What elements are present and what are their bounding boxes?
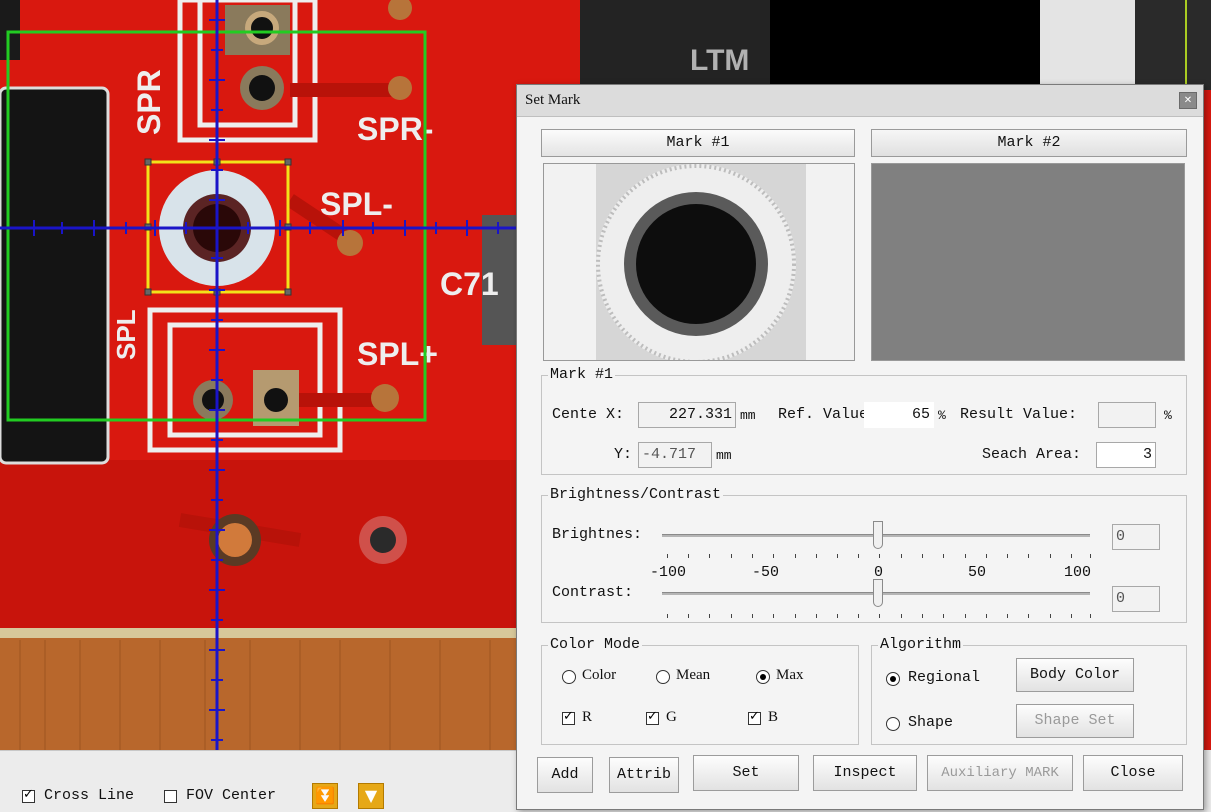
center-x-unit: mm — [740, 408, 756, 423]
color-mode-mean-label: Mean — [676, 667, 711, 683]
spl-minus-label: SPL- — [320, 186, 393, 222]
color-mode-title: Color Mode — [548, 636, 643, 654]
result-value-unit: % — [1164, 408, 1172, 423]
ltm-label: LTM — [690, 44, 749, 77]
contrast-slider-thumb[interactable] — [873, 579, 883, 607]
algorithm-shape-label: Shape — [908, 714, 954, 731]
scale-label-minus-100: -100 — [650, 564, 687, 581]
c71-label: C71 — [440, 266, 499, 302]
brightness-value: 0 — [1112, 524, 1160, 550]
center-x-field: 227.331 — [638, 402, 736, 428]
search-area-input[interactable]: 3 — [1096, 442, 1156, 468]
brightness-contrast-title: Brightness/Contrast — [548, 486, 724, 504]
color-mode-color-label: Color — [582, 667, 617, 683]
color-mode-max-radio[interactable] — [756, 670, 770, 684]
color-mode-group: Color Mode Color Mean Max R G B — [541, 636, 859, 745]
algorithm-group: Algorithm Regional Body Color Shape Shap… — [871, 636, 1187, 745]
close-button[interactable]: Close — [1083, 755, 1183, 791]
status-bar: Cross Line FOV Center ⏬ ▼ — [0, 750, 520, 812]
attrib-button[interactable]: Attrib — [609, 757, 679, 793]
scale-label-50: 50 — [968, 564, 987, 581]
brightness-slider-thumb[interactable] — [873, 521, 883, 549]
mark-1-image — [596, 164, 806, 364]
search-area-label: Seach Area: — [982, 446, 1082, 463]
channel-b-checkbox[interactable] — [748, 709, 761, 725]
spr-minus-label: SPR- — [357, 111, 433, 147]
cross-line-label: Cross Line — [44, 787, 135, 804]
color-mode-mean-radio[interactable] — [656, 670, 670, 684]
double-chevron-down-icon[interactable]: ⏬ — [312, 783, 338, 809]
body-color-button[interactable]: Body Color — [1016, 658, 1134, 692]
inspect-button[interactable]: Inspect — [813, 755, 917, 791]
ref-value-input[interactable]: 65 — [864, 402, 934, 428]
brightness-contrast-group: Brightness/Contrast Brightnes: 0 -100 -5… — [541, 486, 1187, 623]
contrast-value: 0 — [1112, 586, 1160, 612]
brightness-label: Brightnes: — [552, 526, 643, 543]
spr-label: SPR — [131, 69, 167, 135]
color-mode-max-label: Max — [776, 667, 804, 683]
tab-mark-1[interactable]: Mark #1 — [541, 129, 855, 157]
fov-center-checkbox[interactable] — [164, 790, 177, 803]
contrast-label: Contrast: — [552, 584, 634, 601]
cross-line-checkbox[interactable] — [22, 787, 35, 803]
channel-r-label: R — [582, 709, 593, 725]
fov-center-label: FOV Center — [186, 787, 277, 804]
tab-mark-2[interactable]: Mark #2 — [871, 129, 1187, 157]
close-icon[interactable]: ✕ — [1179, 92, 1197, 109]
algorithm-title: Algorithm — [878, 636, 964, 654]
mark-2-preview — [871, 163, 1185, 361]
mark-group: Mark #1 Cente X: 227.331 mm Ref. Value: … — [541, 366, 1187, 475]
algorithm-regional-radio[interactable] — [886, 672, 900, 686]
mark-1-preview — [543, 163, 855, 364]
y-label: Y: — [614, 446, 633, 463]
channel-b-label: B — [768, 709, 779, 725]
set-mark-dialog: Set Mark ✕ Mark #1 Mark #2 Mark #1 Cente… — [516, 84, 1204, 810]
channel-g-checkbox[interactable] — [646, 709, 659, 725]
auxiliary-mark-button[interactable]: Auxiliary MARK — [927, 755, 1073, 791]
ref-value-unit: % — [938, 408, 946, 423]
dialog-title: Set Mark — [525, 92, 581, 108]
shape-set-button[interactable]: Shape Set — [1016, 704, 1134, 738]
algorithm-shape-radio[interactable] — [886, 717, 900, 731]
dialog-titlebar[interactable]: Set Mark ✕ — [517, 85, 1203, 117]
channel-r-checkbox[interactable] — [562, 709, 575, 725]
result-value-field — [1098, 402, 1156, 428]
channel-g-label: G — [666, 709, 677, 725]
spl-label: SPL — [111, 309, 141, 360]
algorithm-regional-label: Regional — [908, 669, 981, 686]
scale-label-100: 100 — [1064, 564, 1092, 581]
color-mode-color-radio[interactable] — [562, 670, 576, 684]
mark-group-title: Mark #1 — [548, 366, 616, 384]
y-unit: mm — [716, 448, 732, 463]
triangle-down-icon[interactable]: ▼ — [358, 783, 384, 809]
ref-value-label: Ref. Value: — [778, 406, 878, 423]
add-button[interactable]: Add — [537, 757, 593, 793]
set-button[interactable]: Set — [693, 755, 799, 791]
result-value-label: Result Value: — [960, 406, 1078, 423]
y-field: -4.717 — [638, 442, 712, 468]
scale-label-minus-50: -50 — [752, 564, 780, 581]
center-x-label: Cente X: — [552, 406, 625, 423]
